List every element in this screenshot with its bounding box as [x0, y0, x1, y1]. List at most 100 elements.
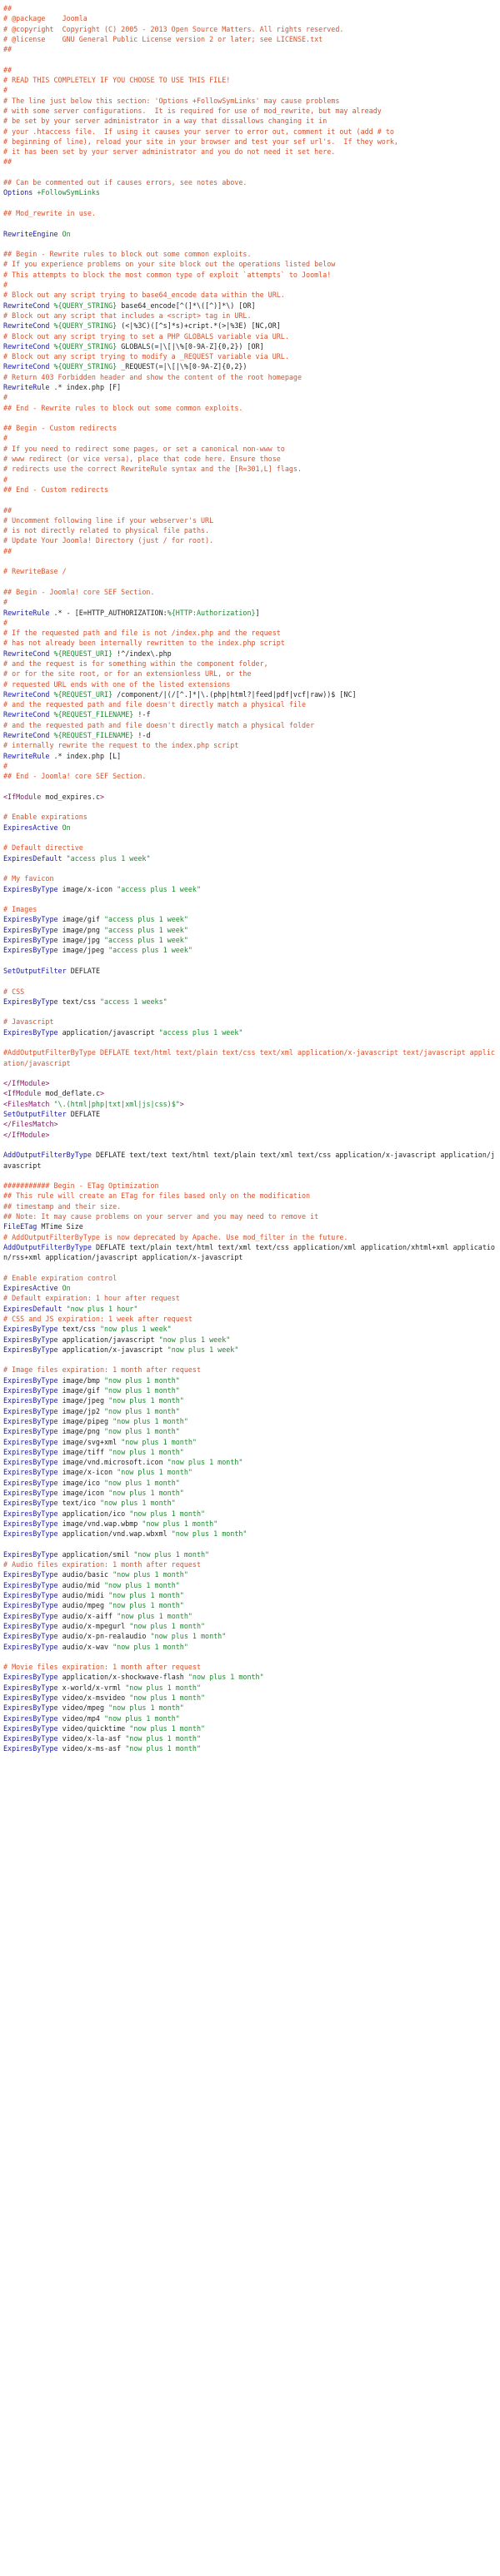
- code-comment: # Image files expiration: 1 month after …: [3, 1365, 201, 1375]
- code-value: "now plus 1 month": [108, 1396, 184, 1405]
- code-argument: DEFLATE: [70, 966, 100, 975]
- code-line: # Block out any script trying to modify …: [3, 351, 497, 361]
- code-argument: image/gif: [62, 1386, 105, 1395]
- code-argument: video/quicktime: [62, 1723, 130, 1733]
- code-value: "access plus 1 week": [104, 925, 188, 934]
- code-line: ##: [3, 3, 497, 13]
- code-argument: video/x-msvideo: [62, 1693, 130, 1702]
- code-comment: # or for the site root, or for an extens…: [3, 669, 252, 679]
- code-directive: ExpiresByType: [3, 925, 62, 934]
- code-comment: # internally rewrite the request to the …: [3, 741, 239, 750]
- code-line: ExpiresByType video/x-msvideo "now plus …: [3, 1693, 497, 1703]
- code-line: ## End - Rewrite rules to block out some…: [3, 403, 497, 413]
- code-module-tag: <FilesMatch: [3, 1099, 50, 1108]
- code-comment: #: [3, 281, 8, 290]
- code-directive: RewriteCond: [3, 321, 54, 331]
- code-line: # CSS and JS expiration: 1 week after re…: [3, 1314, 497, 1324]
- code-comment: # Enable expirations: [3, 813, 88, 822]
- code-line: # Javascript: [3, 1017, 497, 1027]
- code-line: ExpiresByType application/smil "now plus…: [3, 1549, 497, 1559]
- code-directive: ExpiresByType: [3, 1632, 62, 1641]
- code-comment: # If the requested path and file is not …: [3, 629, 281, 638]
- code-line: #: [3, 618, 497, 628]
- code-line: ## End - Joomla! core SEF Section.: [3, 771, 497, 781]
- code-comment: # My favicon: [3, 874, 54, 883]
- code-value: "now plus 1 month": [104, 1478, 180, 1487]
- code-directive: ExpiresByType: [3, 1345, 62, 1354]
- code-argument: audio/x-pn-realaudio: [62, 1632, 151, 1641]
- code-comment: # is not directly related to physical fi…: [3, 526, 210, 535]
- code-line: # be set by your server administrator in…: [3, 116, 497, 126]
- code-argument: image/svg+xml: [62, 1437, 122, 1446]
- code-value: "now plus 1 month": [104, 1427, 180, 1436]
- code-comment: # If you experience problems on your sit…: [3, 260, 336, 269]
- code-value: "now plus 1 week": [167, 1345, 239, 1354]
- code-line: RewriteRule .* index.php [F]: [3, 382, 497, 392]
- code-comment: ## End - Joomla! core SEF Section.: [3, 772, 147, 781]
- code-line: ##: [3, 546, 497, 556]
- code-line: ExpiresDefault "access plus 1 week": [3, 853, 497, 863]
- code-line: # Images: [3, 904, 497, 914]
- code-directive: RewriteCond: [3, 710, 54, 719]
- code-comment: # be set by your server administrator in…: [3, 117, 328, 126]
- code-value: "access plus 1 week": [158, 1027, 243, 1037]
- code-directive: ExpiresByType: [3, 936, 62, 945]
- code-line: # If you need to redirect some pages, or…: [3, 444, 497, 454]
- code-directive: RewriteCond: [3, 731, 54, 740]
- code-comment: # If you need to redirect some pages, or…: [3, 444, 285, 453]
- code-line: ExpiresByType image/vnd.microsoft.icon "…: [3, 1457, 497, 1467]
- code-line: ########### Begin - ETag Optimization: [3, 1181, 497, 1191]
- code-directive: RewriteRule: [3, 608, 54, 617]
- code-line: ExpiresByType image/jpg "access plus 1 w…: [3, 935, 497, 945]
- code-line: RewriteCond %{REQUEST_FILENAME} !-f: [3, 709, 497, 719]
- code-value: %{QUERY_STRING}: [53, 341, 118, 351]
- code-argument: text/css: [62, 1325, 100, 1334]
- code-module-tag: </FilesMatch>: [3, 1120, 58, 1129]
- code-line: ExpiresByType image/jp2 "now plus 1 mont…: [3, 1406, 497, 1416]
- code-value: "now plus 1 month": [129, 1509, 206, 1518]
- code-line: ## Mod_rewrite in use.: [3, 208, 497, 218]
- code-comment: #: [3, 86, 8, 95]
- code-directive: RewriteCond: [3, 341, 54, 351]
- code-comment: #: [3, 598, 8, 607]
- code-comment: # and the requested path and file doesn'…: [3, 720, 315, 729]
- code-directive: ExpiresByType: [3, 1601, 62, 1610]
- code-argument: image/icon: [62, 1489, 109, 1498]
- code-directive: ExpiresByType: [3, 1027, 62, 1037]
- code-comment: # @copyright Copyright (C) 2005 - 2013 O…: [3, 24, 344, 33]
- code-directive: ExpiresByType: [3, 1744, 62, 1753]
- code-comment: ## End - Rewrite rules to block out some…: [3, 403, 243, 412]
- code-directive: ExpiresByType: [3, 1713, 62, 1723]
- code-argument: image/jpg: [62, 936, 105, 945]
- code-line: ExpiresByType image/x-icon "access plus …: [3, 884, 497, 894]
- code-line: ExpiresByType video/mp4 "now plus 1 mont…: [3, 1713, 497, 1723]
- code-line: ## Can be commented out if causes errors…: [3, 177, 497, 187]
- code-comment: # Return 403 Forbidden header and show t…: [3, 372, 302, 381]
- code-argument: application/vnd.wap.wbxml: [62, 1529, 172, 1539]
- code-value: %{HTTP:Authorization}: [167, 608, 256, 617]
- code-line: # www redirect (or vice versa), place th…: [3, 454, 497, 464]
- code-value: "now plus 1 month": [104, 1406, 180, 1415]
- code-argument: _REQUEST(=|\[|\%[0-9A-Z]{0,2}): [117, 362, 248, 371]
- code-comment: ## This rule will create an ETag for fil…: [3, 1191, 311, 1201]
- code-directive: ExpiresByType: [3, 1673, 62, 1682]
- code-comment: ## Mod_rewrite in use.: [3, 208, 96, 217]
- code-comment: ##: [3, 4, 12, 12]
- code-comment: # and the request is for something withi…: [3, 659, 268, 668]
- code-value: "now plus 1 month": [171, 1529, 248, 1539]
- code-value: "access plus 1 week": [104, 936, 188, 945]
- code-argument: image/ico: [62, 1478, 105, 1487]
- code-directive: ExpiresByType: [3, 1375, 62, 1385]
- code-line: # @package Joomla: [3, 13, 497, 23]
- code-comment: # beginning of line), reload your site i…: [3, 137, 398, 146]
- code-comment: # Block out any script trying to set a P…: [3, 331, 289, 341]
- code-comment: ##: [3, 65, 12, 74]
